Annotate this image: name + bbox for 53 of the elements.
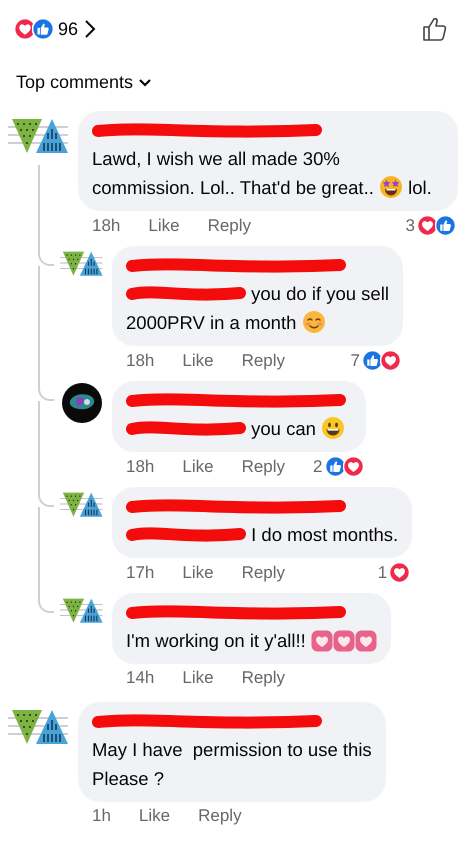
reply-link[interactable]: Reply [242, 350, 286, 370]
like-reaction-icon [324, 456, 346, 477]
love-reaction-icon [389, 562, 410, 583]
thread-connector [38, 381, 54, 401]
like-link[interactable]: Like [182, 668, 214, 688]
reply-link[interactable]: Reply [242, 562, 286, 582]
timestamp: 14h [126, 668, 154, 688]
thread-connector [38, 487, 54, 507]
comment-text: lol. [407, 177, 432, 198]
grinning-emoji-icon [321, 416, 346, 440]
smiling-emoji-icon [302, 310, 326, 334]
comment-text: 2000PRV in a month [126, 312, 298, 333]
heart-emoji-icon [332, 630, 355, 652]
comment-text: May I have permission to use this Please ? [92, 739, 372, 789]
like-link[interactable]: Like [148, 216, 180, 236]
love-reaction-icon [380, 350, 401, 371]
reaction-count[interactable]: 3 [406, 216, 415, 236]
comment-text: you can [250, 418, 317, 439]
reply-link[interactable]: Reply [242, 456, 286, 476]
avatar [62, 383, 102, 423]
like-link[interactable]: Like [138, 806, 170, 826]
like-link[interactable]: Like [182, 456, 214, 476]
comment-text: you do if you sell [250, 283, 389, 304]
timestamp: 17h [126, 562, 154, 582]
comment-text: I'm working on it y'all!! [126, 630, 307, 651]
reaction-count[interactable]: 2 [313, 456, 322, 476]
love-reaction-icon [342, 456, 364, 477]
reaction-count[interactable]: 7 [350, 350, 360, 370]
thread-connector [38, 593, 54, 613]
caret-down-icon [139, 78, 152, 86]
star-eyes-emoji-icon [379, 175, 403, 199]
timestamp: 18h [92, 216, 120, 236]
thread-connector [38, 246, 54, 266]
chevron-right-icon[interactable] [84, 19, 96, 39]
sort-dropdown[interactable]: Top comments [4, 58, 164, 111]
reaction-count[interactable]: 96 [58, 18, 78, 40]
reply-link[interactable]: Reply [242, 668, 286, 688]
timestamp: 1h [92, 806, 111, 826]
reply-link[interactable]: Reply [198, 806, 242, 826]
comment-text: I do most months. [250, 524, 398, 545]
like-reaction-icon [435, 215, 456, 236]
reply-link[interactable]: Reply [208, 216, 252, 236]
like-link[interactable]: Like [182, 562, 214, 582]
thumbs-up-icon[interactable] [422, 16, 448, 42]
like-link[interactable]: Like [182, 350, 214, 370]
timestamp: 18h [126, 350, 154, 370]
timestamp: 18h [126, 456, 154, 476]
like-reaction-icon [32, 18, 54, 40]
heart-emoji-icon [310, 630, 333, 652]
reaction-count[interactable]: 1 [378, 562, 388, 582]
comment-text: Lawd, I wish we all made 30% commission. Lol.. That'd be great.. [92, 148, 375, 198]
love-reaction-icon [417, 215, 438, 236]
heart-emoji-icon [354, 630, 377, 652]
